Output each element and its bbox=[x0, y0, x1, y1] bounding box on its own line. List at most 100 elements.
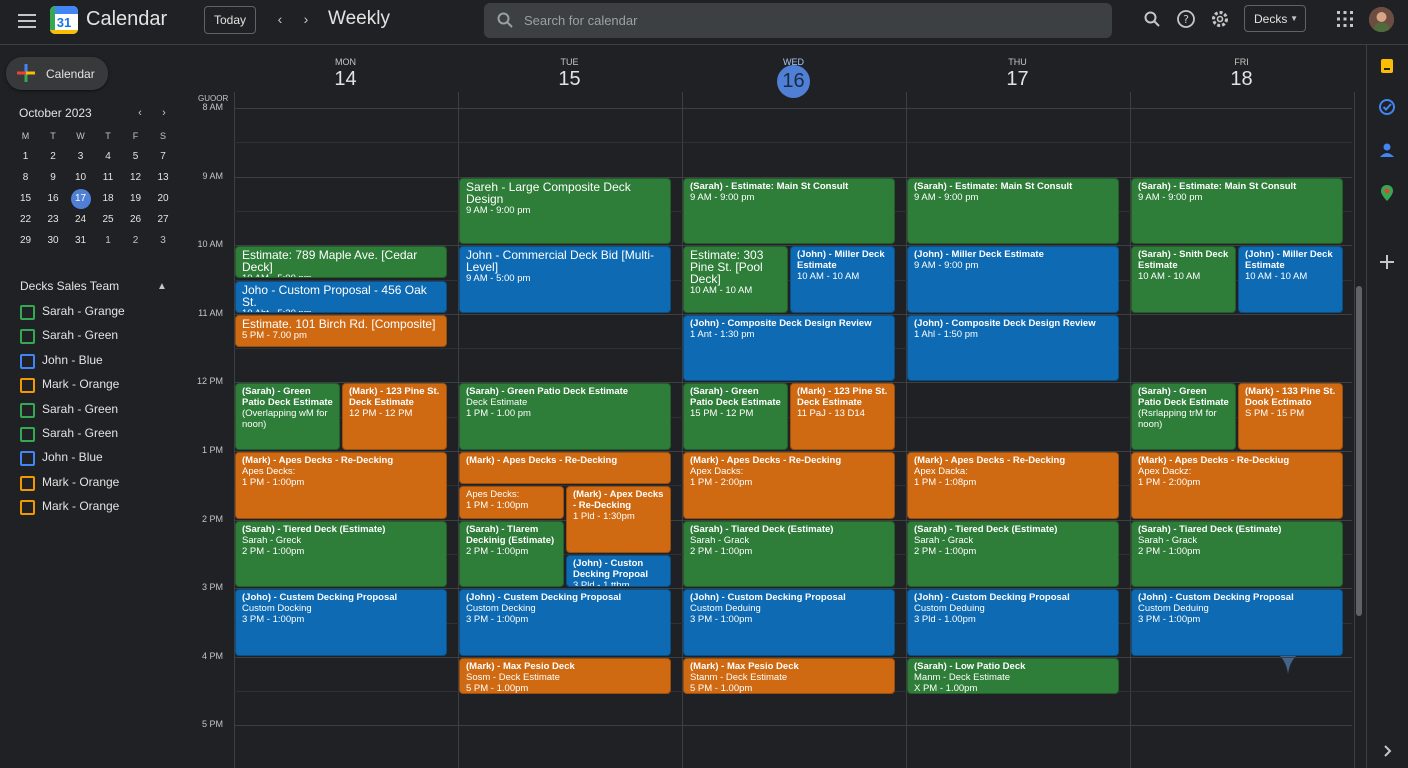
search-input[interactable]: Search for calendar bbox=[524, 13, 637, 28]
keep-icon[interactable] bbox=[1377, 56, 1397, 76]
calendar-event[interactable]: (Sarah) - Tiared Deck (Estimate) Sarah - … bbox=[683, 520, 895, 588]
mini-day[interactable]: 2 bbox=[40, 147, 67, 167]
mini-day[interactable]: 31 bbox=[67, 231, 94, 251]
mini-day[interactable]: 11 bbox=[95, 168, 122, 188]
day-number[interactable]: 18 bbox=[1230, 68, 1252, 91]
calendar-event[interactable]: (Mark) - 133 Pine St. Dook Ectimato S PM … bbox=[1238, 383, 1343, 450]
mini-prev-month-icon[interactable]: ‹ bbox=[133, 106, 147, 120]
mini-day[interactable]: 5 bbox=[122, 147, 149, 167]
mini-day[interactable]: 12 bbox=[122, 168, 149, 188]
calendar-event[interactable]: (Sarah) - Green Patio Deck Estimate (Over… bbox=[235, 383, 340, 450]
calendar-event[interactable]: (Sarah) - Green Patio Deck Estimate Deck … bbox=[459, 383, 671, 450]
team-calendar-item[interactable]: Sarah - Green bbox=[20, 425, 160, 443]
team-calendar-item[interactable]: Sarah - Grange bbox=[20, 303, 160, 321]
mini-day[interactable]: 2 bbox=[122, 231, 149, 251]
checkbox-icon[interactable] bbox=[20, 475, 35, 491]
team-calendar-item[interactable]: John - Blue bbox=[20, 352, 160, 370]
avatar[interactable] bbox=[1369, 7, 1394, 32]
settings-icon[interactable] bbox=[1209, 8, 1231, 30]
calendar-event[interactable]: (Sarah) - Estimate: Main St Consult 9 AM … bbox=[683, 177, 895, 245]
day-number[interactable]: 17 bbox=[1006, 68, 1028, 91]
calendar-event[interactable]: (Sarah) - Estimate: Main St Consult 9 AM … bbox=[1131, 177, 1343, 245]
mini-day[interactable]: 15 bbox=[12, 189, 39, 209]
mini-day[interactable]: 19 bbox=[122, 189, 149, 209]
mini-day[interactable]: 16 bbox=[40, 189, 67, 209]
calendar-event[interactable]: Sareh - Large Composite Deck Design 9 AM … bbox=[459, 177, 671, 245]
calendar-event[interactable]: (John) - Miller Deck Estimate 10 AM - 10 … bbox=[790, 246, 895, 313]
calendar-event[interactable]: (Sarah) - Green Patio Deck Estimate 15 PM… bbox=[683, 383, 788, 450]
day-header[interactable]: WED 16 bbox=[682, 57, 905, 98]
create-button[interactable]: Calendar bbox=[6, 57, 108, 90]
calendar-logo[interactable]: 31 bbox=[50, 6, 78, 34]
calendar-event[interactable]: Joho - Custom Proposal - 456 Oak St.10 A… bbox=[235, 280, 447, 313]
mini-day[interactable]: 1 bbox=[95, 231, 122, 251]
mini-day[interactable]: 1 bbox=[12, 147, 39, 167]
calendar-event[interactable]: John - Commercial Deck Bid [Multi-Level]… bbox=[459, 246, 671, 313]
apps-icon[interactable] bbox=[1335, 9, 1355, 29]
calendar-event[interactable]: (Sarah) - Tlarem Deckinig (Estimate) 2 PM… bbox=[459, 520, 564, 588]
calendar-event[interactable]: (Joho) - Custem Decking Proposal Custom D… bbox=[235, 589, 447, 656]
calendar-event[interactable]: (John) - Custem Decking Proposal Custom D… bbox=[459, 589, 671, 656]
calendar-event[interactable]: (Mark) - 123 Pine St. Deck Estimate 11 Pa… bbox=[790, 383, 895, 450]
mini-next-month-icon[interactable]: › bbox=[157, 106, 171, 120]
calendar-event[interactable]: (John) - Custon Decking Propoal 3 Pld - 1… bbox=[566, 554, 671, 588]
calendar-event[interactable]: (John) - Custom Decking Proposal Custom D… bbox=[907, 589, 1119, 656]
mini-day[interactable]: 8 bbox=[12, 168, 39, 188]
day-number[interactable]: 14 bbox=[334, 68, 356, 91]
calendar-event[interactable]: Estimate. 101 Birch Rd. [Composite] 5 PM … bbox=[235, 314, 447, 348]
mini-day[interactable]: 3 bbox=[150, 231, 177, 251]
calendar-event[interactable]: (Sarah) - Low Patio Deck Manm - Deck Esti… bbox=[907, 657, 1119, 694]
mini-day[interactable]: 3 bbox=[67, 147, 94, 167]
calendar-event[interactable]: (Sarah) - Tiered Deck (Estimate) Sarah - … bbox=[907, 520, 1119, 588]
mini-day[interactable]: 27 bbox=[150, 210, 177, 230]
team-calendar-item[interactable]: Mark - Orange bbox=[20, 376, 160, 394]
calendar-event[interactable]: (Mark) - Apes Decks - Re-Decking Apes Dec… bbox=[235, 452, 447, 519]
mini-day[interactable]: 23 bbox=[40, 210, 67, 230]
checkbox-icon[interactable] bbox=[20, 427, 35, 442]
prev-week-button[interactable]: ‹ bbox=[270, 9, 290, 29]
calendar-event[interactable]: (Mark) - 123 Pine St. Deck Estimate 12 PM… bbox=[342, 383, 447, 450]
calendar-event[interactable]: (Mark) - Max Pesio Deck Stanm - Deck Esti… bbox=[683, 657, 895, 694]
mini-day[interactable]: 25 bbox=[95, 210, 122, 230]
calendar-event[interactable]: (Sarah) - Estimate: Main St Consult 9 AM … bbox=[907, 177, 1119, 245]
search-icon[interactable] bbox=[1141, 8, 1163, 30]
team-calendar-item[interactable]: Sarah - Green bbox=[20, 401, 160, 419]
mini-day[interactable]: 17 bbox=[67, 189, 94, 209]
calendar-event[interactable]: (Mark) - Apes Decks - Re-Deckiug Apex Dac… bbox=[1131, 452, 1343, 519]
day-number[interactable]: 16 bbox=[777, 65, 810, 98]
grid-scrollbar[interactable] bbox=[1356, 286, 1362, 616]
calendar-event[interactable]: (Mark) - Apes Decks - Re-Decking Apex Dac… bbox=[907, 452, 1119, 519]
calendar-event[interactable]: (John) - Composite Deck Design Review 1 A… bbox=[907, 314, 1119, 382]
mini-day[interactable]: 9 bbox=[40, 168, 67, 188]
mini-day[interactable]: 22 bbox=[12, 210, 39, 230]
mini-day[interactable]: 4 bbox=[95, 147, 122, 167]
calendar-event[interactable]: (John) - Miller Deck Estimate 9 AM - 9:00… bbox=[907, 246, 1119, 313]
calendar-event[interactable]: Estimate: 789 Maple Ave. [Cedar Deck]10 … bbox=[235, 246, 447, 279]
calendar-event[interactable]: (John) - Composite Deck Design Review 1 A… bbox=[683, 314, 895, 382]
checkbox-icon[interactable] bbox=[20, 378, 35, 394]
mini-day[interactable]: 13 bbox=[150, 168, 177, 188]
team-calendar-item[interactable]: Sarah - Green bbox=[20, 327, 160, 345]
checkbox-icon[interactable] bbox=[20, 500, 35, 516]
checkbox-icon[interactable] bbox=[20, 451, 35, 467]
calendar-event[interactable]: (Mark) - Apes Decks - Re-Decking bbox=[459, 452, 671, 485]
search-bar[interactable]: Search for calendar bbox=[484, 3, 1112, 38]
day-header[interactable]: TUE 15 bbox=[458, 57, 681, 91]
calendar-event[interactable]: (John) - Miller Deck Estimate 10 AM - 10 … bbox=[1238, 246, 1343, 313]
team-calendar-item[interactable]: Mark - Orange bbox=[20, 498, 160, 516]
team-calendar-item[interactable]: Mark - Orange bbox=[20, 474, 160, 492]
contacts-icon[interactable] bbox=[1377, 140, 1397, 160]
calendar-event[interactable]: (Sarah) - Green Patio Deck Estimate (Rsrl… bbox=[1131, 383, 1236, 450]
menu-icon[interactable] bbox=[12, 6, 42, 36]
calendar-event[interactable]: (Mark) - Max Pesio Deck Sosm - Deck Estim… bbox=[459, 657, 671, 694]
mini-day[interactable]: 10 bbox=[67, 168, 94, 188]
mini-day[interactable]: 18 bbox=[95, 189, 122, 209]
mini-day[interactable]: 30 bbox=[40, 231, 67, 251]
calendar-event[interactable]: (Mark) - Apes Decks - Re-Decking Apex Dac… bbox=[683, 452, 895, 519]
today-button[interactable]: Today bbox=[204, 6, 256, 34]
day-number[interactable]: 15 bbox=[558, 68, 580, 91]
calendar-event[interactable]: (Mark) - Apex Decks - Re-Decking 1 Pld - … bbox=[566, 486, 671, 553]
help-icon[interactable]: ? bbox=[1175, 8, 1197, 30]
view-select[interactable]: Decks ▼ bbox=[1244, 5, 1306, 32]
calendar-event[interactable]: (John) - Custom Decking Proposal Custom D… bbox=[1131, 589, 1343, 656]
